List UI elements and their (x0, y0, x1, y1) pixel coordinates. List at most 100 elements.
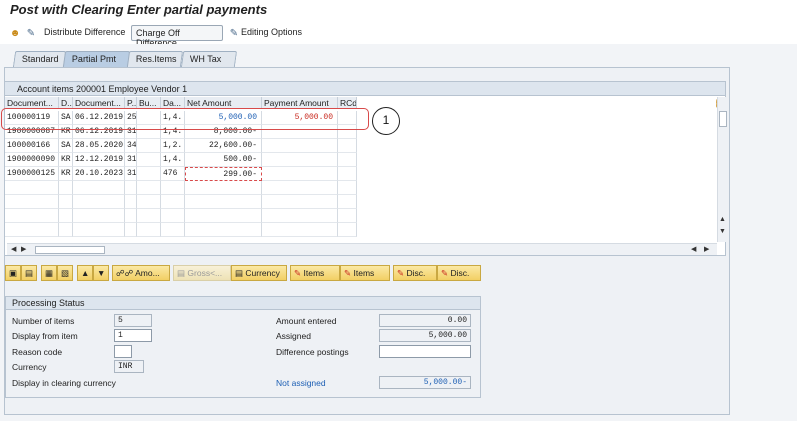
empty-cell (161, 195, 185, 209)
currency-icon: ▤ (235, 268, 244, 278)
table-row[interactable]: 1900000090 KR 12.12.2019 31 1,4.. 500.00… (5, 153, 357, 167)
empty-cell (185, 195, 262, 209)
pencil-icon[interactable]: ✎ (227, 26, 241, 40)
items-button-1[interactable]: ✎ Items (290, 265, 340, 281)
empty-cell (338, 209, 357, 223)
cell-doc-type: SA (59, 139, 73, 153)
difference-postings-field[interactable] (379, 345, 471, 358)
tab-standard[interactable]: Standard (12, 51, 67, 67)
payment-amount-input[interactable] (262, 139, 338, 153)
empty-cell (161, 223, 185, 237)
cell-document-date: 28.05.2020 (73, 139, 125, 153)
number-of-items-label: Number of items (12, 316, 75, 326)
empty-cell (185, 181, 262, 195)
payment-amount-input[interactable] (262, 153, 338, 167)
empty-cell (125, 195, 137, 209)
empty-cell (262, 195, 338, 209)
gross-button: ▤ Gross<... (173, 265, 231, 281)
find-amount-button[interactable]: ☍☍ Amo... (112, 265, 170, 281)
cell-posting-key: 34 (125, 139, 137, 153)
empty-cell (185, 209, 262, 223)
empty-cell (73, 181, 125, 195)
cell-document: 1900000090 (5, 153, 59, 167)
currency-label: Currency (245, 268, 280, 278)
table-row-empty (5, 195, 357, 209)
not-assigned-field: 5,000.00- (379, 376, 471, 389)
reason-code-input[interactable] (338, 153, 357, 167)
difference-postings-label: Difference postings (276, 347, 349, 357)
distribute-difference-button[interactable]: Distribute Difference (44, 27, 125, 37)
reason-code-field[interactable] (114, 345, 132, 358)
horizontal-scrollbar[interactable]: ◀ ▶ ◀ ▶ (7, 243, 717, 255)
empty-cell (125, 223, 137, 237)
select-all-icon[interactable]: ▣ (5, 265, 21, 281)
reason-code-input[interactable] (338, 167, 357, 181)
scroll-left-icon[interactable]: ◀ (11, 245, 16, 253)
vertical-scrollbar[interactable]: ▲ ▼ (717, 97, 727, 242)
edit-document-icon[interactable]: ✎ (24, 26, 38, 40)
charge-off-difference-button[interactable]: Charge Off Difference (131, 25, 223, 48)
scroll-up-icon[interactable]: ▲ (719, 216, 726, 223)
cell-posting-key: 31 (125, 153, 137, 167)
tab-wh-tax[interactable]: WH Tax (180, 51, 238, 67)
callout-badge: 1 (372, 107, 400, 135)
scroll-down-icon[interactable]: ▼ (719, 228, 726, 235)
empty-cell (338, 181, 357, 195)
deselect-all-icon[interactable]: ▤ (21, 265, 37, 281)
cell-net-amount[interactable]: 299.00- (185, 167, 262, 181)
page-title: Post with Clearing Enter partial payment… (10, 2, 268, 17)
empty-cell (137, 223, 161, 237)
deactivate-items-icon[interactable]: ▧ (57, 265, 73, 281)
tab-partial-pmt[interactable]: Partial Pmt (62, 51, 131, 67)
empty-cell (59, 195, 73, 209)
tab-res-items[interactable]: Res.Items (126, 51, 184, 67)
items-label: Items (353, 268, 375, 278)
empty-cell (5, 223, 59, 237)
sort-descending-icon[interactable]: ▼ (93, 265, 109, 281)
cell-document-date: 12.12.2019 (73, 153, 125, 167)
disc-button-1[interactable]: ✎ Disc. (393, 265, 437, 281)
empty-cell (5, 181, 59, 195)
empty-cell (161, 209, 185, 223)
scroll-thumb[interactable] (719, 111, 727, 127)
empty-cell (73, 223, 125, 237)
cell-document: 100000166 (5, 139, 59, 153)
empty-cell (262, 209, 338, 223)
assigned-label: Assigned (276, 331, 311, 341)
not-assigned-label: Not assigned (276, 378, 326, 388)
disc-button-2[interactable]: ✎ Disc. (437, 265, 481, 281)
editing-options-button[interactable]: Editing Options (241, 27, 302, 37)
table-row[interactable]: 1900000125 KR 20.10.2023 31 476 299.00- (5, 167, 357, 181)
cell-days: 1,4.. (161, 153, 185, 167)
items-button-2[interactable]: ✎ Items (340, 265, 390, 281)
display-from-item-input[interactable]: 1 (114, 329, 152, 342)
sort-ascending-icon[interactable]: ▲ (77, 265, 93, 281)
application-toolbar: ☻ ✎ Distribute Difference Charge Off Dif… (0, 23, 797, 48)
empty-cell (262, 181, 338, 195)
highlight-rectangle (1, 108, 369, 130)
gross-icon: ▤ (177, 268, 186, 278)
amount-entered-label: Amount entered (276, 316, 337, 326)
scroll-thumb[interactable] (35, 246, 105, 254)
scroll-right-icon[interactable]: ▶ (21, 245, 26, 253)
reason-code-input[interactable] (338, 139, 357, 153)
items-label: Items (303, 268, 325, 278)
cell-net-amount[interactable]: 22,600.00- (185, 139, 262, 153)
pencil-icon: ✎ (441, 268, 449, 278)
table-row[interactable]: 100000166 SA 28.05.2020 34 1,2.. 22,600.… (5, 139, 357, 153)
payment-amount-input[interactable] (262, 167, 338, 181)
processing-status-title: Processing Status (6, 297, 480, 310)
scroll-left-icon[interactable]: ◀ (691, 245, 696, 253)
activate-items-icon[interactable]: ▦ (41, 265, 57, 281)
user-icon[interactable]: ☻ (8, 26, 22, 40)
scroll-right-icon[interactable]: ▶ (704, 245, 709, 253)
currency-button[interactable]: ▤ Currency (231, 265, 287, 281)
pencil-icon: ✎ (397, 268, 405, 278)
cell-doc-type: KR (59, 153, 73, 167)
cell-business-area (137, 153, 161, 167)
cell-net-amount[interactable]: 500.00- (185, 153, 262, 167)
empty-cell (5, 195, 59, 209)
empty-cell (161, 181, 185, 195)
binoculars-icon: ☍☍ (116, 268, 134, 278)
empty-cell (338, 195, 357, 209)
